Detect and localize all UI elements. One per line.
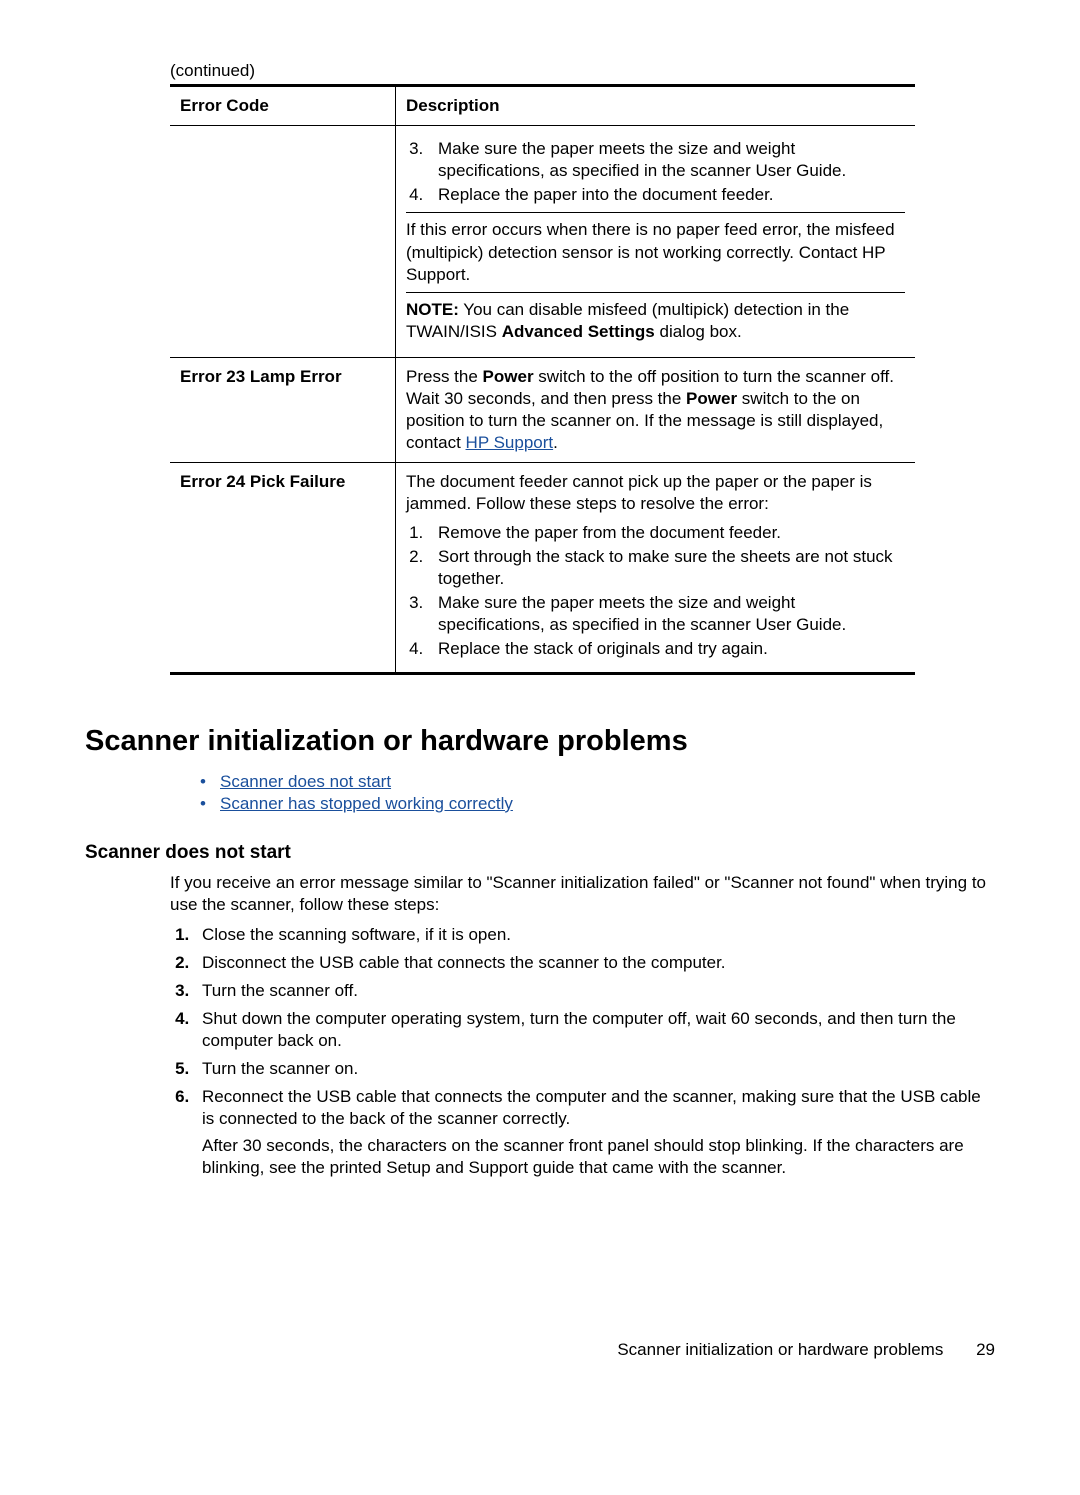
- paragraph: If this error occurs when there is no pa…: [406, 212, 905, 285]
- list-item: Scanner does not start: [200, 771, 995, 793]
- page-number: 29: [976, 1340, 995, 1359]
- hp-support-link[interactable]: HP Support: [466, 433, 554, 452]
- note-label: NOTE:: [406, 300, 459, 319]
- list-item: Make sure the paper meets the size and w…: [428, 138, 905, 182]
- table-header-row: Error Code Description: [170, 86, 915, 126]
- list-item: Scanner has stopped working correctly: [200, 793, 995, 815]
- continued-label: (continued): [170, 60, 995, 82]
- cell-error-code: Error 24 Pick Failure: [170, 463, 396, 674]
- cell-error-code: Error 23 Lamp Error: [170, 357, 396, 462]
- col-header-error-code: Error Code: [170, 86, 396, 126]
- list-item: Close the scanning software, if it is op…: [194, 924, 995, 946]
- footer-text: Scanner initialization or hardware probl…: [617, 1340, 943, 1359]
- list-item: Turn the scanner off.: [194, 980, 995, 1002]
- list-item: Replace the stack of originals and try a…: [428, 638, 905, 660]
- list-item: Make sure the paper meets the size and w…: [428, 592, 905, 636]
- desc-text: .: [553, 433, 558, 452]
- note-text-c: dialog box.: [655, 322, 742, 341]
- table-row: Error 24 Pick Failure The document feede…: [170, 463, 915, 674]
- note-bold: Advanced Settings: [502, 322, 655, 341]
- list-item: Replace the paper into the document feed…: [428, 184, 905, 206]
- cell-description: Press the Power switch to the off positi…: [396, 357, 916, 462]
- table-row: Error 23 Lamp Error Press the Power swit…: [170, 357, 915, 462]
- power-bold: Power: [483, 367, 534, 386]
- ordered-list: Make sure the paper meets the size and w…: [406, 138, 905, 206]
- note-paragraph: NOTE: You can disable misfeed (multipick…: [406, 292, 905, 343]
- subheading-scanner-not-start: Scanner does not start: [85, 841, 995, 866]
- power-bold: Power: [686, 389, 737, 408]
- heading-scanner-init: Scanner initialization or hardware probl…: [85, 723, 995, 761]
- list-item: Shut down the computer operating system,…: [194, 1008, 995, 1052]
- steps-list: Close the scanning software, if it is op…: [170, 924, 995, 1179]
- ordered-list: Remove the paper from the document feede…: [406, 522, 905, 661]
- list-item: Disconnect the USB cable that connects t…: [194, 952, 995, 974]
- step-text-b: After 30 seconds, the characters on the …: [202, 1135, 995, 1179]
- list-item: Reconnect the USB cable that connects th…: [194, 1086, 995, 1178]
- intro-paragraph: If you receive an error message similar …: [170, 872, 995, 916]
- cell-description: Make sure the paper meets the size and w…: [396, 126, 916, 358]
- cell-description: The document feeder cannot pick up the p…: [396, 463, 916, 674]
- body-block: If you receive an error message similar …: [170, 872, 995, 1179]
- col-header-description: Description: [396, 86, 916, 126]
- paragraph: The document feeder cannot pick up the p…: [406, 471, 905, 515]
- link-list: Scanner does not start Scanner has stopp…: [85, 771, 995, 815]
- page-footer: Scanner initialization or hardware probl…: [85, 1339, 995, 1361]
- cell-error-code: [170, 126, 396, 358]
- error-code-table: Error Code Description Make sure the pap…: [170, 84, 915, 675]
- list-item: Sort through the stack to make sure the …: [428, 546, 905, 590]
- list-item: Turn the scanner on.: [194, 1058, 995, 1080]
- step-text-a: Reconnect the USB cable that connects th…: [202, 1087, 981, 1128]
- table-row: Make sure the paper meets the size and w…: [170, 126, 915, 358]
- list-item: Remove the paper from the document feede…: [428, 522, 905, 544]
- scanner-not-start-link[interactable]: Scanner does not start: [220, 772, 391, 791]
- desc-text: Press the: [406, 367, 483, 386]
- scanner-stopped-link[interactable]: Scanner has stopped working correctly: [220, 794, 513, 813]
